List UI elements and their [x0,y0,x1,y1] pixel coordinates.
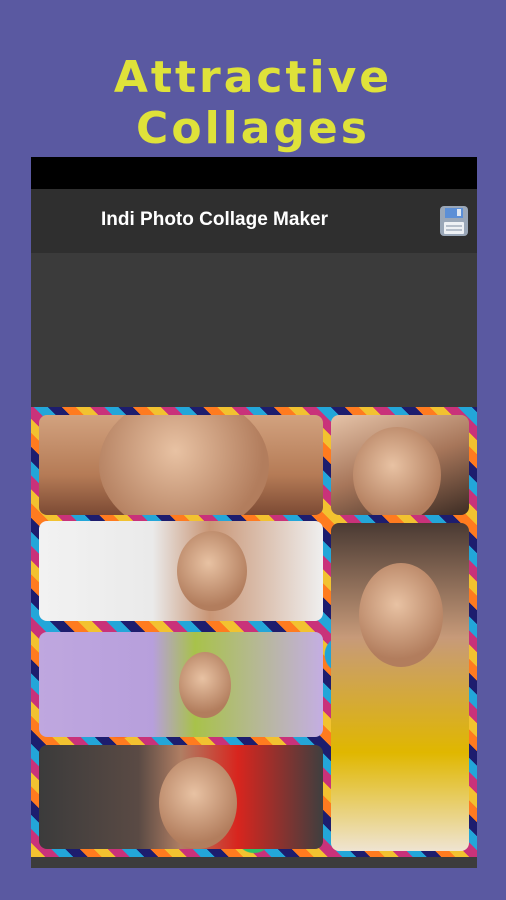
photo-woman-green-scarf[interactable] [39,632,323,737]
collage-canvas[interactable] [31,407,477,857]
photo-woman-white-background[interactable] [39,521,323,621]
face-shape [159,757,237,849]
phone-screen: Indi Photo Collage Maker [31,157,477,868]
bottom-bar [31,857,477,868]
face-shape [179,652,231,718]
floppy-disk-icon [440,206,468,236]
face-shape [99,415,269,515]
photo-woman-yellow-shirt-book[interactable] [331,523,469,851]
status-bar [31,157,477,189]
photo-smiling-woman[interactable] [331,415,469,515]
promo-headline: Attractive Collages [113,52,393,154]
save-button[interactable] [439,205,469,237]
toolbar-title: Indi Photo Collage Maker [101,209,328,230]
app-toolbar: Indi Photo Collage Maker [31,189,477,253]
face-shape [177,531,247,611]
face-shape [359,563,443,667]
empty-banner-area [31,253,477,407]
photo-woman-red-earrings[interactable] [39,745,323,849]
photo-eyes-closeup[interactable] [39,415,323,515]
face-shape [353,427,441,515]
